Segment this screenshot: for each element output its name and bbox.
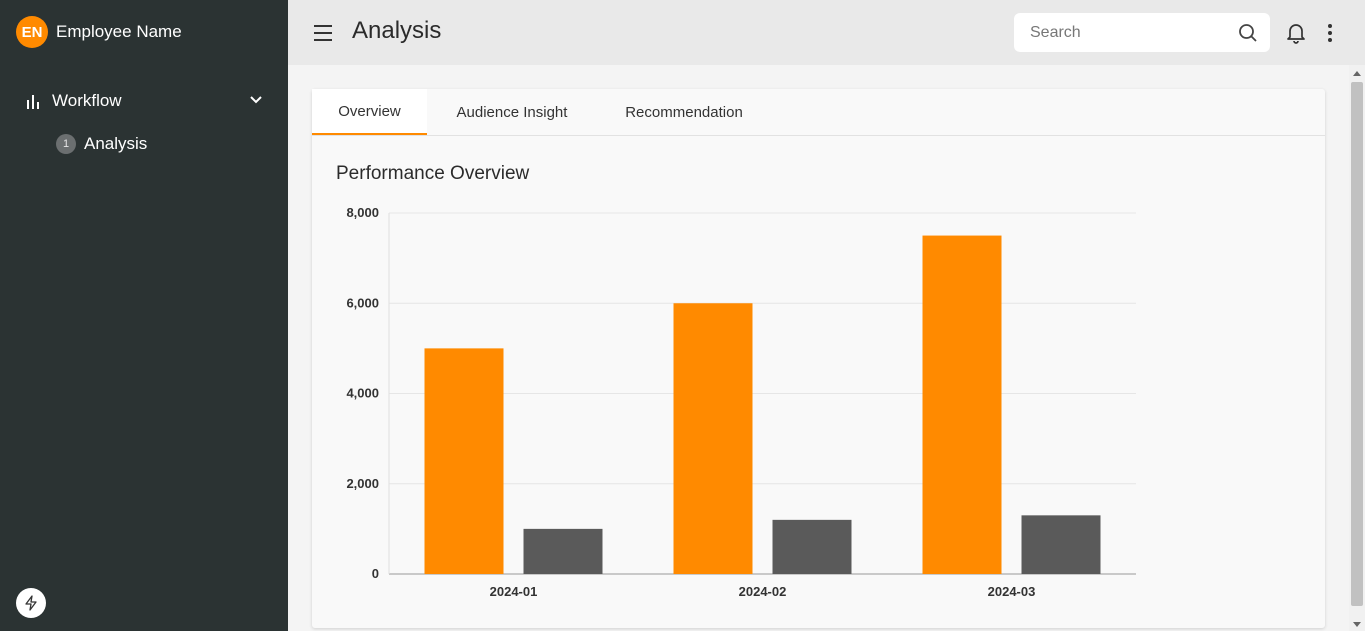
bar-2024-01-series-2 [523,528,603,574]
top-header: Analysis [288,0,1365,65]
page-title: Analysis [352,17,442,44]
y-tick-label: 2,000 [346,476,379,491]
x-tick-label: 2024-02 [739,584,787,599]
bar-2024-02-series-2 [772,519,852,574]
y-tick-label: 4,000 [346,386,379,401]
bar-2024-03-series-2 [1021,515,1101,574]
section-title: Performance Overview [336,163,530,184]
sidebar-item-label: Analysis [84,134,148,153]
scrollbar-thumb[interactable] [1351,82,1363,606]
y-tick-label: 0 [372,566,379,581]
lightning-button[interactable] [16,588,46,618]
more-options-icon[interactable] [1326,22,1334,44]
search-input[interactable] [1030,23,1220,42]
lightning-icon [25,595,37,611]
hamburger-menu-icon[interactable] [314,24,334,42]
step-number-badge: 1 [56,134,76,154]
performance-bar-chart: 0 2,000 4,000 6,000 8,000 2024-01 2024-02 2024-… [346,205,1136,599]
x-tick-label: 2024-01 [490,584,538,599]
y-tick-label: 6,000 [346,295,379,310]
vertical-scrollbar[interactable] [1349,65,1365,631]
scroll-down-arrow[interactable] [1353,622,1361,627]
notification-bell-icon[interactable] [1286,22,1306,44]
sidebar-item-label: Workflow [52,91,122,110]
user-profile[interactable]: EN Employee Name [16,16,182,48]
y-tick-label: 8,000 [346,205,379,220]
x-tick-label: 2024-03 [988,584,1036,599]
chevron-down-icon[interactable] [248,92,264,108]
sidebar-item-analysis[interactable]: 1 Analysis [56,134,147,154]
tab-bar: Overview Audience Insight Recommendation [312,89,1325,136]
sidebar-item-workflow[interactable]: Workflow [24,88,272,114]
scroll-up-arrow[interactable] [1353,71,1361,76]
bar-2024-03-series-1 [922,235,1002,574]
tab-overview[interactable]: Overview [312,89,427,135]
user-name: Employee Name [56,22,182,41]
avatar[interactable]: EN [16,16,48,48]
search-box[interactable] [1014,13,1270,52]
tab-audience-insight[interactable]: Audience Insight [437,89,587,135]
overview-card: Overview Audience Insight Recommendation… [312,89,1325,628]
bar-2024-02-series-1 [673,303,753,574]
search-icon[interactable] [1238,23,1258,43]
sidebar: EN Employee Name Workflow 1 Analysis [0,0,288,631]
tab-recommendation[interactable]: Recommendation [604,89,764,135]
bar-chart-icon [27,95,39,109]
bar-2024-01-series-1 [424,348,504,574]
